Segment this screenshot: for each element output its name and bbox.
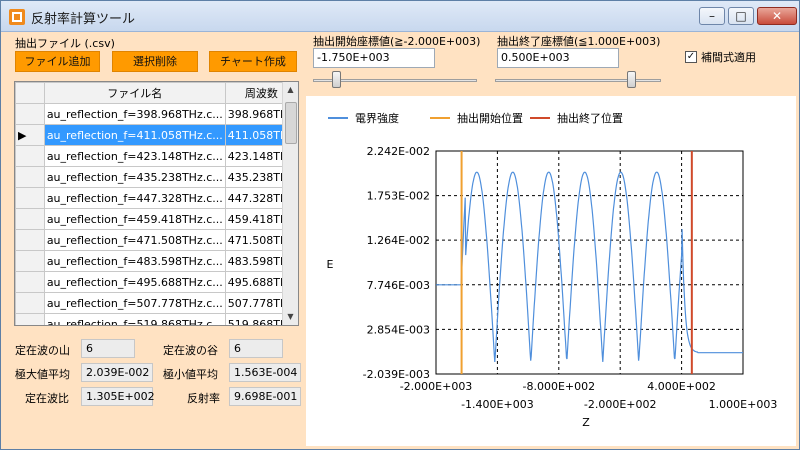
interpolation-checkbox[interactable]: ✓ [685, 51, 697, 63]
filename-cell[interactable]: au_reflection_f=447.328THz.c... [43, 187, 226, 209]
end-coordinate-input[interactable]: 0.500E+003 [497, 48, 619, 68]
row-header[interactable] [15, 166, 45, 188]
table-row[interactable]: au_reflection_f=459.418THz.c... 459.418TH… [15, 208, 298, 230]
legend-label: 抽出開始位置 [457, 111, 523, 125]
filename-cell[interactable]: au_reflection_f=398.968THz.c... [43, 103, 226, 125]
create-chart-button[interactable]: チャート作成 [209, 51, 297, 72]
close-icon: ✕ [771, 9, 783, 23]
y-tick-label: 1.753E-002 [367, 190, 430, 203]
x-tick-label: 4.000E+002 [647, 380, 716, 393]
filename-cell[interactable]: au_reflection_f=471.508THz.c... [43, 229, 226, 251]
chart-panel: 電界強度 抽出開始位置 抽出終了位置 -2.000E+003 -1.400E+003 -8… [306, 96, 796, 446]
row-header[interactable] [15, 250, 45, 272]
table-row[interactable]: au_reflection_f=507.778THz.c... 507.778TH… [15, 292, 298, 314]
y-tick-label: 1.264E-002 [367, 234, 430, 247]
field-strength-line [436, 171, 743, 362]
minimize-button[interactable]: – [699, 7, 725, 25]
interpolation-label: 補間式適用 [701, 51, 756, 64]
app-icon [9, 9, 25, 25]
table-row[interactable]: au_reflection_f=398.968THz.c... 398.968TH… [15, 103, 298, 125]
scroll-thumb[interactable] [285, 102, 297, 144]
title-bar: 反射率計算ツール – □ ✕ [1, 1, 799, 32]
start-coordinate-input[interactable]: -1.750E+003 [313, 48, 435, 68]
start-coordinate-slider[interactable] [313, 70, 477, 90]
x-tick-label: -8.000E+002 [522, 380, 595, 393]
x-tick-label: 1.000E+003 [709, 398, 778, 411]
x-axis-title: Z [582, 416, 590, 429]
legend-label: 抽出終了位置 [557, 111, 623, 125]
vertical-scrollbar[interactable]: ▲ ▼ [282, 82, 298, 325]
table-row[interactable]: au_reflection_f=447.328THz.c... 447.328TH… [15, 187, 298, 209]
legend-label: 電界強度 [355, 111, 399, 125]
filename-cell[interactable]: au_reflection_f=519.868THz.c... [43, 313, 226, 325]
y-tick-label: 7.746E-003 [367, 279, 430, 292]
field-chart: 電界強度 抽出開始位置 抽出終了位置 -2.000E+003 -1.400E+003 -8… [327, 111, 778, 429]
row-header[interactable] [15, 292, 45, 314]
min-average-label: 極小値平均 [163, 368, 218, 381]
reflectance-label: 反射率 [187, 392, 220, 405]
row-header[interactable] [15, 187, 45, 209]
scroll-up-icon[interactable]: ▲ [283, 82, 298, 98]
reflectance-value: 9.698E-001 [229, 387, 301, 406]
trough-count-value: 6 [229, 339, 283, 358]
table-row[interactable]: au_reflection_f=495.688THz.c... 495.688TH… [15, 271, 298, 293]
row-header[interactable] [15, 271, 45, 293]
y-tick-label: 2.854E-003 [367, 323, 430, 336]
filename-cell[interactable]: au_reflection_f=483.598THz.c... [43, 250, 226, 272]
row-header-corner [15, 82, 45, 104]
maximize-button[interactable]: □ [728, 7, 754, 25]
check-icon: ✓ [686, 51, 696, 62]
row-header[interactable] [15, 103, 45, 125]
min-average-value: 1.563E-004 [229, 363, 301, 382]
peak-count-value: 6 [81, 339, 135, 358]
table-row[interactable]: ▶ au_reflection_f=411.058THz.c... 411.058T… [15, 124, 298, 146]
swr-value: 1.305E+002 [81, 387, 155, 406]
filename-cell[interactable]: au_reflection_f=423.148THz.c... [43, 145, 226, 167]
table-row[interactable]: au_reflection_f=519.868THz.c... 519.868TH… [15, 313, 298, 325]
current-row-indicator[interactable]: ▶ [15, 124, 45, 146]
filename-cell[interactable]: au_reflection_f=411.058THz.c... [43, 124, 226, 146]
end-coordinate-label: 抽出終了座標値(≦1.000E+003) [497, 35, 661, 48]
row-header[interactable] [15, 208, 45, 230]
swr-label: 定在波比 [25, 392, 69, 405]
y-tick-label: -2.039E-003 [363, 368, 430, 381]
table-row[interactable]: au_reflection_f=423.148THz.c... 423.148TH… [15, 145, 298, 167]
max-average-value: 2.039E-002 [81, 363, 153, 382]
y-axis-title: E [327, 258, 334, 271]
file-table: ファイル名 周波数 au_reflection_f=398.968THz.c..… [15, 82, 298, 325]
max-average-label: 極大値平均 [15, 368, 70, 381]
table-row[interactable]: au_reflection_f=483.598THz.c... 483.598TH… [15, 250, 298, 272]
delete-selected-button[interactable]: 選択削除 [112, 51, 198, 72]
peak-count-label: 定在波の山 [15, 344, 70, 357]
maximize-icon: □ [735, 9, 747, 23]
slider-track [495, 79, 661, 82]
y-tick-label: 2.242E-002 [367, 145, 430, 158]
trough-count-label: 定在波の谷 [163, 344, 218, 357]
filename-cell[interactable]: au_reflection_f=495.688THz.c... [43, 271, 226, 293]
column-header-filename[interactable]: ファイル名 [43, 82, 226, 104]
add-file-button[interactable]: ファイル追加 [15, 51, 100, 72]
start-coordinate-label: 抽出開始座標値(≧-2.000E+003) [313, 35, 481, 48]
row-header[interactable] [15, 145, 45, 167]
close-button[interactable]: ✕ [757, 7, 797, 25]
end-coordinate-slider[interactable] [495, 70, 661, 90]
row-header[interactable] [15, 313, 45, 325]
x-tick-label: -1.400E+003 [461, 398, 534, 411]
extract-files-label: 抽出ファイル (.csv) [15, 37, 115, 50]
table-row[interactable]: au_reflection_f=435.238THz.c... 435.238TH… [15, 166, 298, 188]
file-grid[interactable]: ファイル名 周波数 au_reflection_f=398.968THz.c..… [14, 81, 299, 326]
window-title: 反射率計算ツール [31, 12, 136, 27]
filename-cell[interactable]: au_reflection_f=459.418THz.c... [43, 208, 226, 230]
x-tick-label: -2.000E+002 [584, 398, 657, 411]
filename-cell[interactable]: au_reflection_f=507.778THz.c... [43, 292, 226, 314]
slider-knob[interactable] [332, 71, 341, 88]
row-header[interactable] [15, 229, 45, 251]
table-row[interactable]: au_reflection_f=471.508THz.c... 471.508TH… [15, 229, 298, 251]
x-tick-label: -2.000E+003 [400, 380, 473, 393]
app-window: 反射率計算ツール – □ ✕ 抽出ファイル (.csv) ファイル追加 選択削除… [0, 0, 800, 450]
slider-knob[interactable] [627, 71, 636, 88]
filename-cell[interactable]: au_reflection_f=435.238THz.c... [43, 166, 226, 188]
minimize-icon: – [709, 9, 715, 23]
scroll-down-icon[interactable]: ▼ [283, 309, 298, 325]
